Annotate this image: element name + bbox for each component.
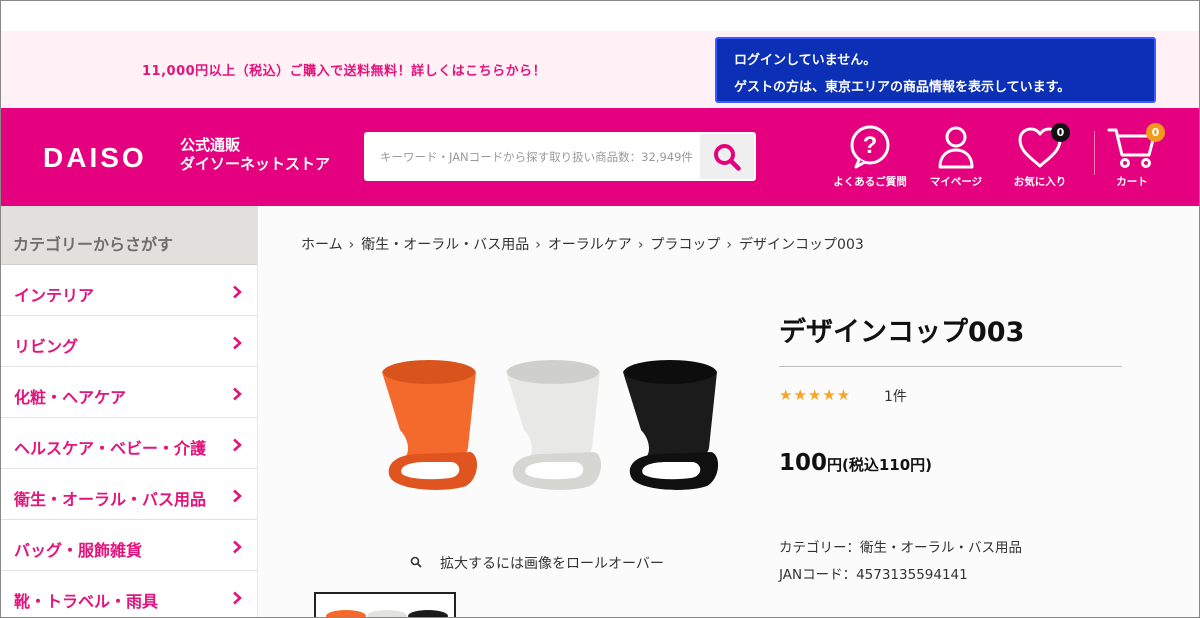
product-title: デザインコップ003	[779, 317, 1025, 348]
breadcrumb-separator: ›	[348, 237, 355, 253]
search-input[interactable]	[364, 132, 700, 181]
sidebar-item-label: リビング	[14, 337, 79, 356]
sidebar-item[interactable]: 化粧・ヘアケア	[1, 367, 257, 418]
product-image[interactable]	[368, 330, 742, 520]
search-box	[364, 132, 756, 181]
nav-faq[interactable]: ? よくあるご質問	[828, 124, 912, 192]
logo-subtitle-line1: 公式通販	[180, 136, 241, 154]
sidebar-item-label: 衛生・オーラル・バス用品	[14, 490, 207, 509]
zoom-hint-text: 拡大するには画像をロールオーバー	[440, 556, 664, 572]
question-icon: ?	[850, 125, 890, 169]
chevron-right-icon	[232, 335, 242, 354]
login-status-line2: ゲストの方は、東京エリアの商品情報を表示しています。	[734, 80, 1071, 95]
sidebar-item-label: ヘルスケア・ベビー・介護	[14, 439, 207, 458]
price-unit: 円(税込110円)	[827, 456, 933, 474]
chevron-right-icon	[232, 437, 242, 456]
breadcrumb-item[interactable]: プラコップ	[650, 237, 720, 253]
nav-favorites-label: お気に入り	[1013, 176, 1067, 188]
breadcrumb-separator: ›	[726, 237, 733, 253]
sidebar-item[interactable]: ヘルスケア・ベビー・介護	[1, 418, 257, 469]
review-count[interactable]: 1件	[884, 386, 907, 406]
title-divider	[779, 366, 1122, 367]
logo-subtitle-line2: ダイソーネットストア	[180, 155, 331, 173]
price-value: 100	[779, 450, 828, 476]
sidebar-item[interactable]: バッグ・服飾雑貨	[1, 520, 257, 571]
breadcrumb: ホーム › 衛生・オーラル・バス用品 › オーラルケア › プラコップ › デザインコップ003	[301, 234, 864, 254]
chevron-right-icon	[232, 590, 242, 609]
logo-subtitle: 公式通販 ダイソーネットストア	[180, 136, 330, 174]
magnifier-icon	[410, 556, 422, 568]
chevron-right-icon	[232, 488, 242, 507]
sidebar-item-label: 靴・トラベル・雨具	[14, 592, 159, 611]
cart-count-badge: 0	[1146, 123, 1165, 142]
breadcrumb-item: デザインコップ003	[739, 237, 864, 253]
sidebar-item-label: バッグ・服飾雑貨	[14, 541, 143, 560]
cup-shape	[382, 360, 478, 490]
free-shipping-link[interactable]: 11,000円以上（税込）ご購入で送料無料！詳しくはこちらから！	[142, 60, 546, 79]
user-icon	[938, 126, 974, 169]
chevron-right-icon	[232, 284, 242, 303]
nav-faq-label: よくあるご質問	[833, 176, 907, 188]
product-price: 100円(税込110円)	[779, 450, 932, 476]
sidebar-item[interactable]: 靴・トラベル・雨具	[1, 571, 257, 618]
rating-stars: ★★★★★	[779, 386, 852, 404]
sidebar-item[interactable]: 衛生・オーラル・バス用品	[1, 469, 257, 520]
search-button[interactable]	[700, 134, 754, 179]
breadcrumb-separator: ›	[637, 237, 644, 253]
login-status-line1: ログインしていません。	[734, 53, 877, 68]
sidebar-item[interactable]: リビング	[1, 316, 257, 367]
chevron-right-icon	[232, 539, 242, 558]
breadcrumb-item[interactable]: オーラルケア	[548, 237, 632, 253]
product-jan: JANコード：4573135594141	[779, 567, 968, 583]
zoom-hint: 拡大するには画像をロールオーバー	[410, 553, 664, 573]
sidebar-item[interactable]: インテリア	[1, 265, 257, 316]
cup-shape	[506, 360, 602, 490]
search-icon	[714, 143, 741, 171]
sidebar-heading: カテゴリーからさがす	[1, 206, 257, 265]
breadcrumb-item[interactable]: ホーム	[301, 237, 343, 253]
product-category: カテゴリー：衛生・オーラル・バス用品	[779, 540, 1022, 556]
chevron-right-icon	[232, 386, 242, 405]
favorites-count-badge: 0	[1051, 123, 1070, 142]
nav-mypage-label: マイページ	[929, 176, 983, 188]
sidebar-item-label: 化粧・ヘアケア	[14, 388, 127, 407]
sidebar-item-label: インテリア	[14, 286, 95, 305]
svg-text:?: ?	[863, 132, 878, 159]
breadcrumb-separator: ›	[535, 237, 541, 253]
nav-cart-label: カート	[1116, 176, 1148, 188]
category-list: インテリアリビング化粧・ヘアケアヘルスケア・ベビー・介護 衛生・オーラル・バス用品…	[1, 265, 257, 618]
thumbnail-image	[326, 610, 448, 618]
nav-mypage[interactable]: マイページ	[914, 124, 998, 192]
daiso-logo[interactable]: DAISO	[43, 142, 147, 174]
login-status-box: ログインしていません。 ゲストの方は、東京エリアの商品情報を表示しています。	[715, 37, 1156, 103]
category-sidebar: カテゴリーからさがす インテリアリビング化粧・ヘアケアヘルスケア・ベビー・介護衛…	[1, 206, 258, 618]
breadcrumb-item[interactable]: 衛生・オーラル・バス用品	[361, 237, 529, 253]
product-thumbnail[interactable]	[314, 592, 456, 618]
cup-shape	[623, 360, 719, 490]
